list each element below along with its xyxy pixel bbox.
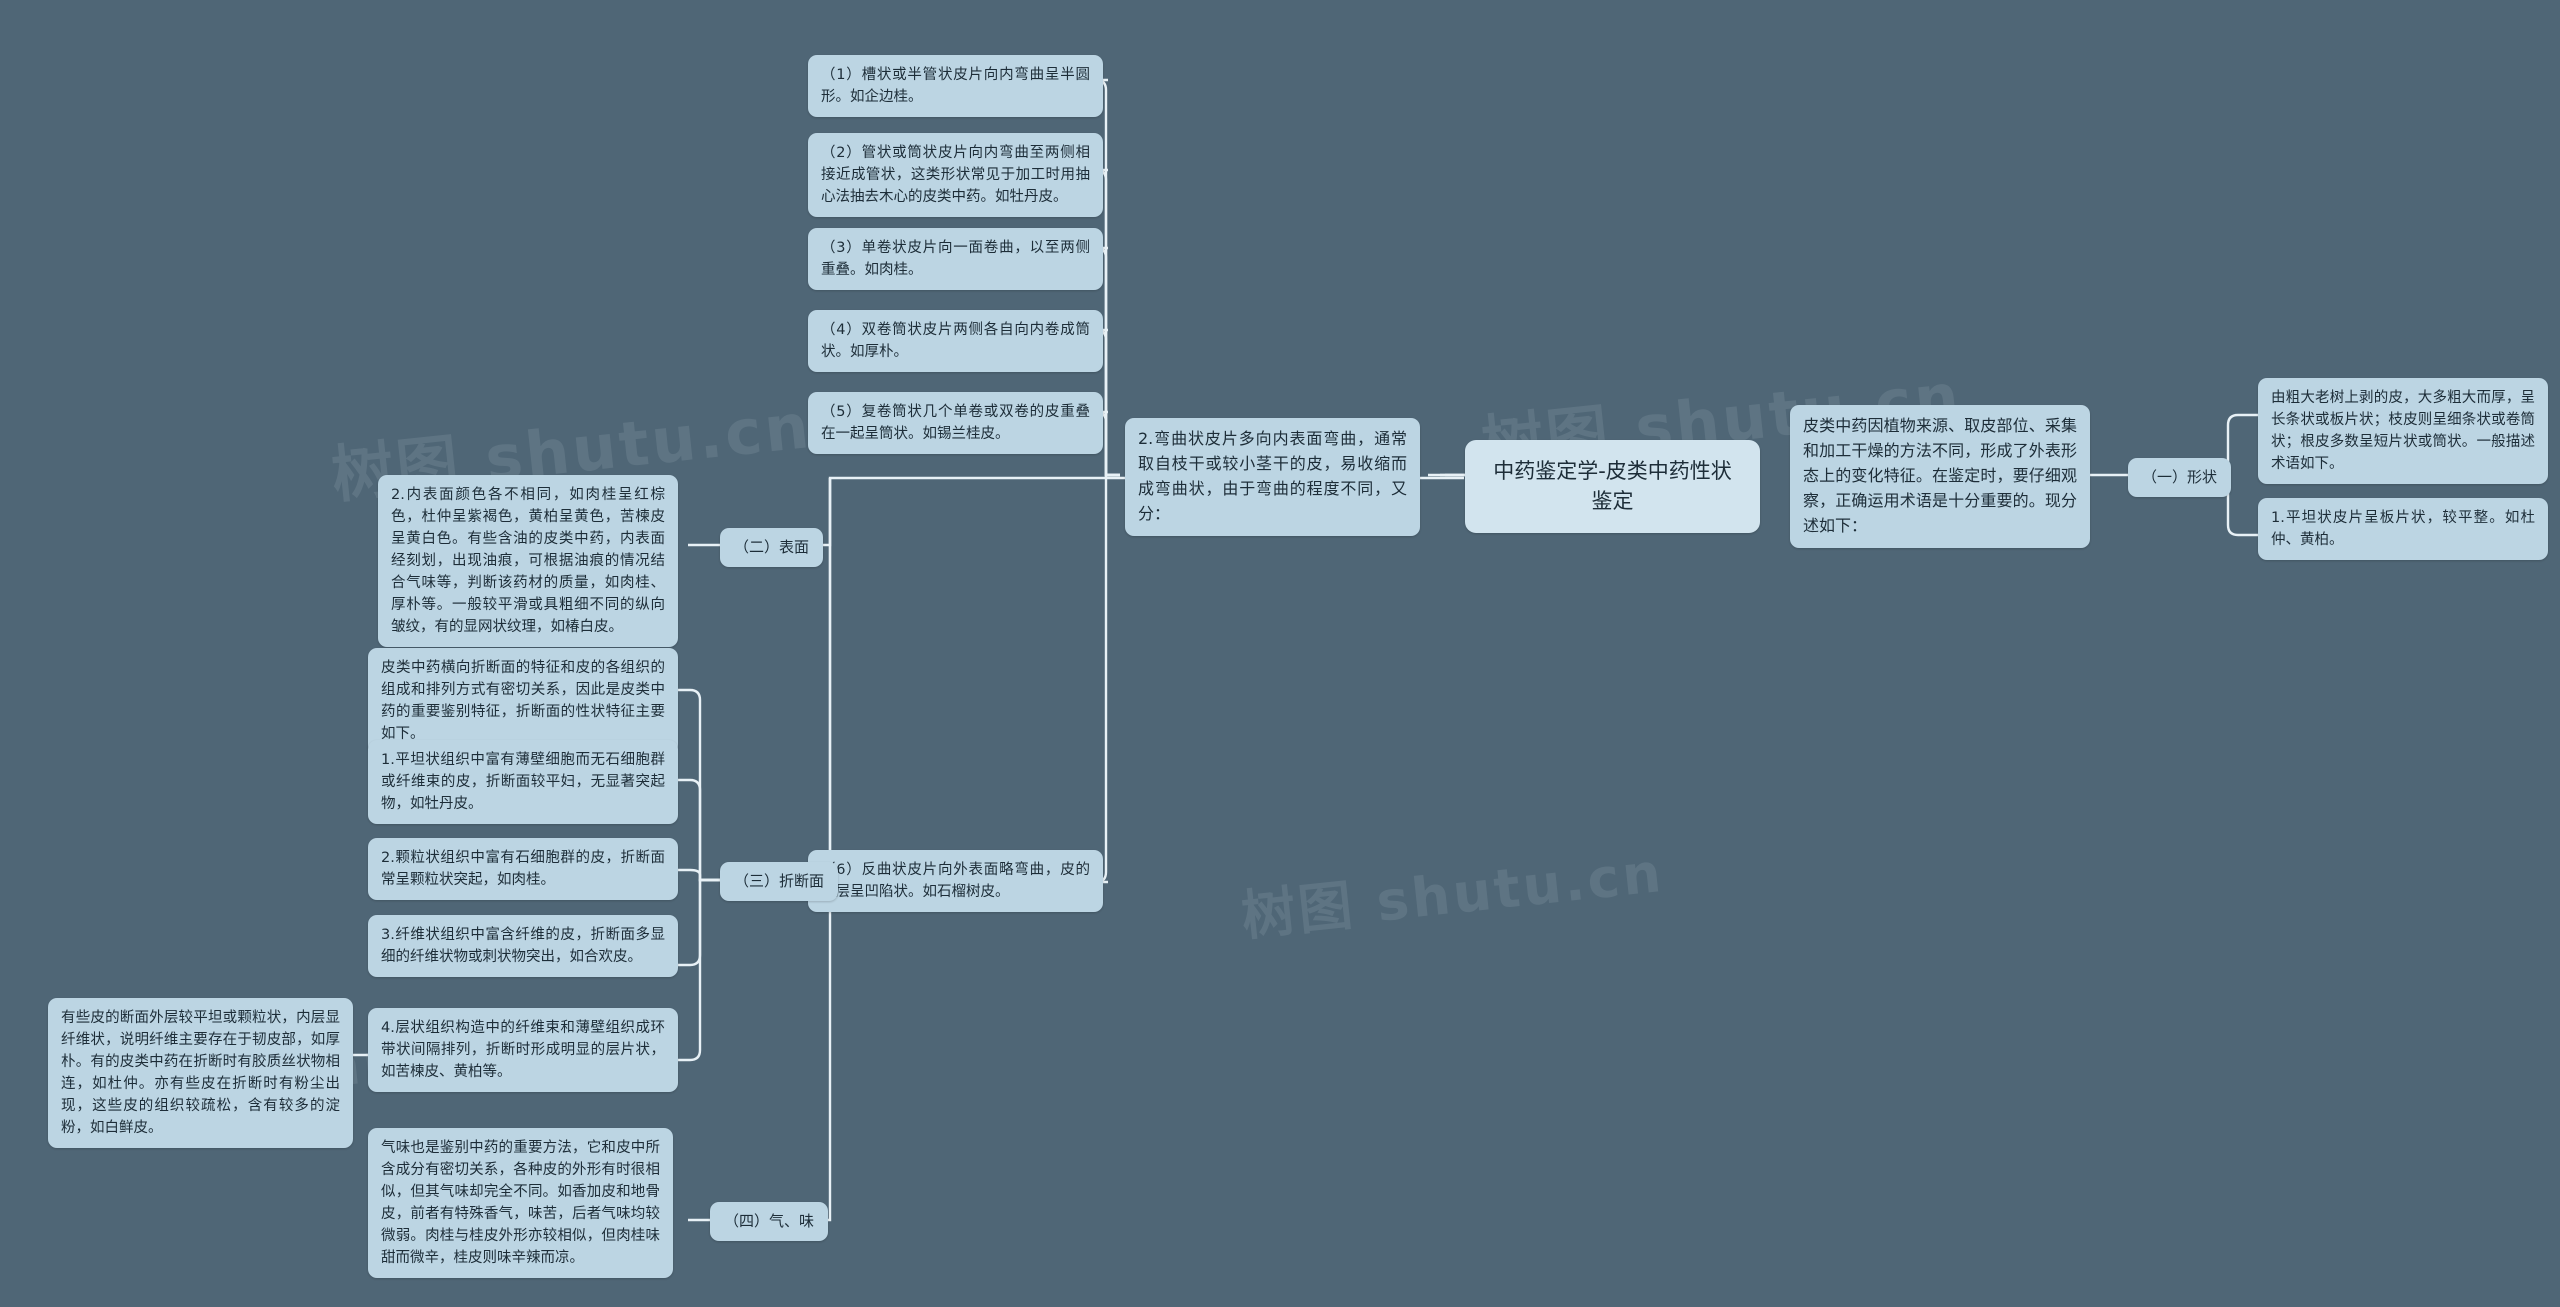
curved-sub-item-4-text: （4）双卷筒状皮片两侧各自向内卷成筒状。如厚朴。	[821, 322, 1090, 361]
shape-item-1-text: 1.平坦状皮片呈板片状，较平整。如杜仲、黄柏。	[2271, 510, 2535, 549]
curved-sub-item-5-text: （5）复卷筒状几个单卷或双卷的皮重叠在一起呈筒状。如锡兰桂皮。	[821, 404, 1090, 443]
shape-item-2-text: 2.弯曲状皮片多向内表面弯曲，通常取自枝干或较小茎干的皮，易收缩而成弯曲状，由于…	[1138, 429, 1407, 523]
shape-lead-text: 由粗大老树上剥的皮，大多粗大而厚，呈长条状或板片状；枝皮则呈细条状或卷筒状；根皮…	[2271, 390, 2535, 473]
surface-item-1[interactable]: 2.内表面颜色各不相同，如肉桂呈红棕色，杜仲呈紫褐色，黄柏呈黄色，苦楝皮呈黄白色…	[378, 475, 678, 648]
fracture-item-2[interactable]: 2.颗粒状组织中富有石细胞群的皮，折断面常呈颗粒状突起，如肉桂。	[368, 838, 678, 901]
branch-label-text: （四）气、味	[724, 1212, 815, 1230]
center-title-text: 中药鉴定学-皮类中药性状鉴定	[1493, 459, 1732, 514]
curved-sub-item-2-text: （2）管状或筒状皮片向内弯曲至两侧相接近成管状，这类形状常见于加工时用抽心法抽去…	[821, 145, 1090, 206]
odor-taste-item-1[interactable]: 气味也是鉴别中药的重要方法，它和皮中所含成分有密切关系，各种皮的外形有时很相似，…	[368, 1128, 673, 1279]
curved-sub-item-2[interactable]: （2）管状或筒状皮片向内弯曲至两侧相接近成管状，这类形状常见于加工时用抽心法抽去…	[808, 133, 1103, 218]
curved-sub-item-5[interactable]: （5）复卷筒状几个单卷或双卷的皮重叠在一起呈筒状。如锡兰桂皮。	[808, 392, 1103, 455]
intro-node[interactable]: 皮类中药因植物来源、取皮部位、采集和加工干燥的方法不同，形成了外表形态上的变化特…	[1790, 405, 2090, 548]
curved-sub-item-6-text: （6）反曲状皮片向外表面略弯曲，皮的外层呈凹陷状。如石榴树皮。	[821, 862, 1090, 901]
shape-item-1[interactable]: 1.平坦状皮片呈板片状，较平整。如杜仲、黄柏。	[2258, 498, 2548, 561]
fracture-item-4[interactable]: 4.层状组织构造中的纤维束和薄壁组织成环带状间隔排列，折断时形成明显的层片状，如…	[368, 1008, 678, 1093]
curved-sub-item-1[interactable]: （1）槽状或半管状皮片向内弯曲呈半圆形。如企边桂。	[808, 55, 1103, 118]
curved-sub-item-3[interactable]: （3）单卷状皮片向一面卷曲，以至两侧重叠。如肉桂。	[808, 228, 1103, 291]
branch-odor-taste-label[interactable]: （四）气、味	[710, 1202, 829, 1241]
shape-lead-node[interactable]: 由粗大老树上剥的皮，大多粗大而厚，呈长条状或板片状；枝皮则呈细条状或卷筒状；根皮…	[2258, 378, 2548, 485]
fracture-item-4-text: 4.层状组织构造中的纤维束和薄壁组织成环带状间隔排列，折断时形成明显的层片状，如…	[381, 1020, 665, 1081]
fracture-tail-text: 有些皮的断面外层较平坦或颗粒状，内层显纤维状，说明纤维主要存在于韧皮部，如厚朴。…	[61, 1010, 340, 1137]
odor-taste-item-1-text: 气味也是鉴别中药的重要方法，它和皮中所含成分有密切关系，各种皮的外形有时很相似，…	[381, 1140, 660, 1267]
watermark: 树图 shutu.cn	[1238, 840, 1667, 948]
curved-sub-item-4[interactable]: （4）双卷筒状皮片两侧各自向内卷成筒状。如厚朴。	[808, 310, 1103, 373]
curved-sub-item-1-text: （1）槽状或半管状皮片向内弯曲呈半圆形。如企边桂。	[821, 67, 1090, 106]
center-title-node[interactable]: 中药鉴定学-皮类中药性状鉴定	[1465, 440, 1760, 533]
fracture-lead-text: 皮类中药横向折断面的特征和皮的各组织的组成和排列方式有密切关系，因此是皮类中药的…	[381, 660, 665, 743]
mindmap-canvas: 树图 shutu.cn 树图 shutu.cn 树图 shutu.cn 树图 s…	[0, 0, 2560, 1307]
intro-text: 皮类中药因植物来源、取皮部位、采集和加工干燥的方法不同，形成了外表形态上的变化特…	[1803, 416, 2077, 535]
branch-shape-label[interactable]: （一）形状	[2128, 458, 2232, 497]
fracture-item-1[interactable]: 1.平坦状组织中富有薄壁细胞而无石细胞群或纤维束的皮，折断面较平妇，无显著突起物…	[368, 740, 678, 825]
curved-sub-item-6[interactable]: （6）反曲状皮片向外表面略弯曲，皮的外层呈凹陷状。如石榴树皮。	[808, 850, 1103, 913]
fracture-item-3-text: 3.纤维状组织中富含纤维的皮，折断面多显细的纤维状物或刺状物突出，如合欢皮。	[381, 927, 665, 966]
fracture-lead-node[interactable]: 皮类中药横向折断面的特征和皮的各组织的组成和排列方式有密切关系，因此是皮类中药的…	[368, 648, 678, 755]
fracture-item-3[interactable]: 3.纤维状组织中富含纤维的皮，折断面多显细的纤维状物或刺状物突出，如合欢皮。	[368, 915, 678, 978]
fracture-item-1-text: 1.平坦状组织中富有薄壁细胞而无石细胞群或纤维束的皮，折断面较平妇，无显著突起物…	[381, 752, 665, 813]
branch-fracture-label[interactable]: （三）折断面	[720, 862, 839, 901]
branch-label-text: （三）折断面	[734, 872, 825, 890]
shape-item-2[interactable]: 2.弯曲状皮片多向内表面弯曲，通常取自枝干或较小茎干的皮，易收缩而成弯曲状，由于…	[1125, 418, 1420, 536]
surface-item-1-text: 2.内表面颜色各不相同，如肉桂呈红棕色，杜仲呈紫褐色，黄柏呈黄色，苦楝皮呈黄白色…	[391, 487, 665, 636]
branch-label-text: （一）形状	[2142, 468, 2218, 486]
branch-surface-label[interactable]: （二）表面	[720, 528, 824, 567]
fracture-item-2-text: 2.颗粒状组织中富有石细胞群的皮，折断面常呈颗粒状突起，如肉桂。	[381, 850, 665, 889]
curved-sub-item-3-text: （3）单卷状皮片向一面卷曲，以至两侧重叠。如肉桂。	[821, 240, 1090, 279]
branch-label-text: （二）表面	[734, 538, 810, 556]
fracture-tail-node[interactable]: 有些皮的断面外层较平坦或颗粒状，内层显纤维状，说明纤维主要存在于韧皮部，如厚朴。…	[48, 998, 353, 1149]
